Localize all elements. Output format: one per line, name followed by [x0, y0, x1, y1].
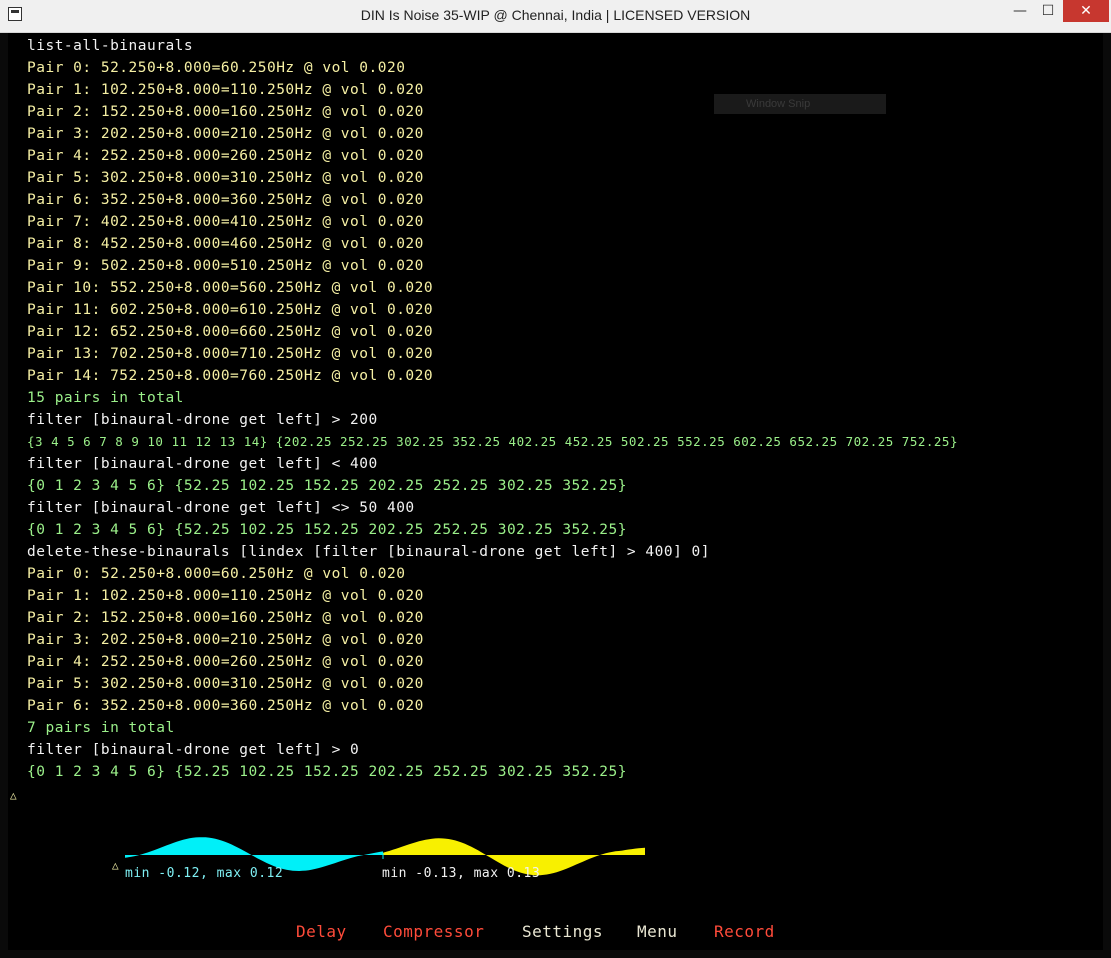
- console-line: Pair 12: 652.250+8.000=660.250Hz @ vol 0…: [27, 324, 434, 340]
- console-line: {0 1 2 3 4 5 6} {52.25 102.25 152.25 202…: [27, 478, 627, 494]
- console-line: Pair 5: 302.250+8.000=310.250Hz @ vol 0.…: [27, 170, 424, 186]
- console-line: Pair 9: 502.250+8.000=510.250Hz @ vol 0.…: [27, 258, 424, 274]
- scope-triangle-icon[interactable]: △: [112, 859, 119, 872]
- console-line: filter [binaural-drone get left] > 200: [27, 412, 378, 428]
- delay-button[interactable]: Delay: [296, 922, 347, 941]
- console-line: Pair 6: 352.250+8.000=360.250Hz @ vol 0.…: [27, 698, 424, 714]
- console-line: Pair 13: 702.250+8.000=710.250Hz @ vol 0…: [27, 346, 434, 362]
- console-line: Pair 0: 52.250+8.000=60.250Hz @ vol 0.02…: [27, 60, 406, 76]
- record-button[interactable]: Record: [714, 922, 775, 941]
- menu-button[interactable]: Menu: [637, 922, 678, 941]
- close-button[interactable]: ✕: [1063, 0, 1109, 22]
- scope-left-range: min -0.12, max 0.12: [125, 866, 284, 881]
- console-line: Pair 1: 102.250+8.000=110.250Hz @ vol 0.…: [27, 588, 424, 604]
- console-line: {3 4 5 6 7 8 9 10 11 12 13 14} {202.25 2…: [27, 434, 958, 449]
- app-canvas[interactable]: list-all-binaurals Pair 0: 52.250+8.000=6…: [8, 33, 1103, 950]
- maximize-button[interactable]: ☐: [1034, 0, 1062, 22]
- console-line: Pair 0: 52.250+8.000=60.250Hz @ vol 0.02…: [27, 566, 406, 582]
- console-line: Pair 3: 202.250+8.000=210.250Hz @ vol 0.…: [27, 126, 424, 142]
- console-line: filter [binaural-drone get left] <> 50 4…: [27, 500, 415, 516]
- console-line: {0 1 2 3 4 5 6} {52.25 102.25 152.25 202…: [27, 764, 627, 780]
- console-line: {0 1 2 3 4 5 6} {52.25 102.25 152.25 202…: [27, 522, 627, 538]
- console-line: Pair 3: 202.250+8.000=210.250Hz @ vol 0.…: [27, 632, 424, 648]
- console-line: Pair 8: 452.250+8.000=460.250Hz @ vol 0.…: [27, 236, 424, 252]
- console-line: filter [binaural-drone get left] > 0: [27, 742, 360, 758]
- app-window: DIN Is Noise 35-WIP @ Chennai, India | L…: [0, 0, 1111, 958]
- console-line: Pair 1: 102.250+8.000=110.250Hz @ vol 0.…: [27, 82, 424, 98]
- console-line: Pair 2: 152.250+8.000=160.250Hz @ vol 0.…: [27, 610, 424, 626]
- bottom-menu-bar: Delay Compressor Settings Menu Record: [8, 922, 1103, 946]
- console-line: Pair 14: 752.250+8.000=760.250Hz @ vol 0…: [27, 368, 434, 384]
- console-line: Pair 4: 252.250+8.000=260.250Hz @ vol 0.…: [27, 148, 424, 164]
- settings-button[interactable]: Settings: [522, 922, 603, 941]
- console-line: Pair 11: 602.250+8.000=610.250Hz @ vol 0…: [27, 302, 434, 318]
- console-line: Pair 6: 352.250+8.000=360.250Hz @ vol 0.…: [27, 192, 424, 208]
- title-bar[interactable]: DIN Is Noise 35-WIP @ Chennai, India | L…: [0, 0, 1111, 33]
- console-line: filter [binaural-drone get left] < 400: [27, 456, 378, 472]
- console-line: 15 pairs in total: [27, 390, 184, 406]
- minimize-button[interactable]: —: [1006, 0, 1034, 22]
- console-line: Pair 7: 402.250+8.000=410.250Hz @ vol 0.…: [27, 214, 424, 230]
- console-line: list-all-binaurals: [27, 38, 194, 54]
- window-title: DIN Is Noise 35-WIP @ Chennai, India | L…: [360, 7, 751, 23]
- command-console: list-all-binaurals Pair 0: 52.250+8.000=6…: [27, 35, 1107, 783]
- console-line: Pair 5: 302.250+8.000=310.250Hz @ vol 0.…: [27, 676, 424, 692]
- console-line: Pair 2: 152.250+8.000=160.250Hz @ vol 0.…: [27, 104, 424, 120]
- console-line: delete-these-binaurals [lindex [filter […: [27, 544, 711, 560]
- cursor-triangle-icon: △: [10, 789, 17, 802]
- console-line: 7 pairs in total: [27, 720, 175, 736]
- console-line: Pair 10: 552.250+8.000=560.250Hz @ vol 0…: [27, 280, 434, 296]
- compressor-button[interactable]: Compressor: [383, 922, 484, 941]
- window-snip-overlay[interactable]: Window Snip: [714, 94, 886, 114]
- scope-right-range: min -0.13, max 0.13: [382, 866, 541, 881]
- console-line: Pair 4: 252.250+8.000=260.250Hz @ vol 0.…: [27, 654, 424, 670]
